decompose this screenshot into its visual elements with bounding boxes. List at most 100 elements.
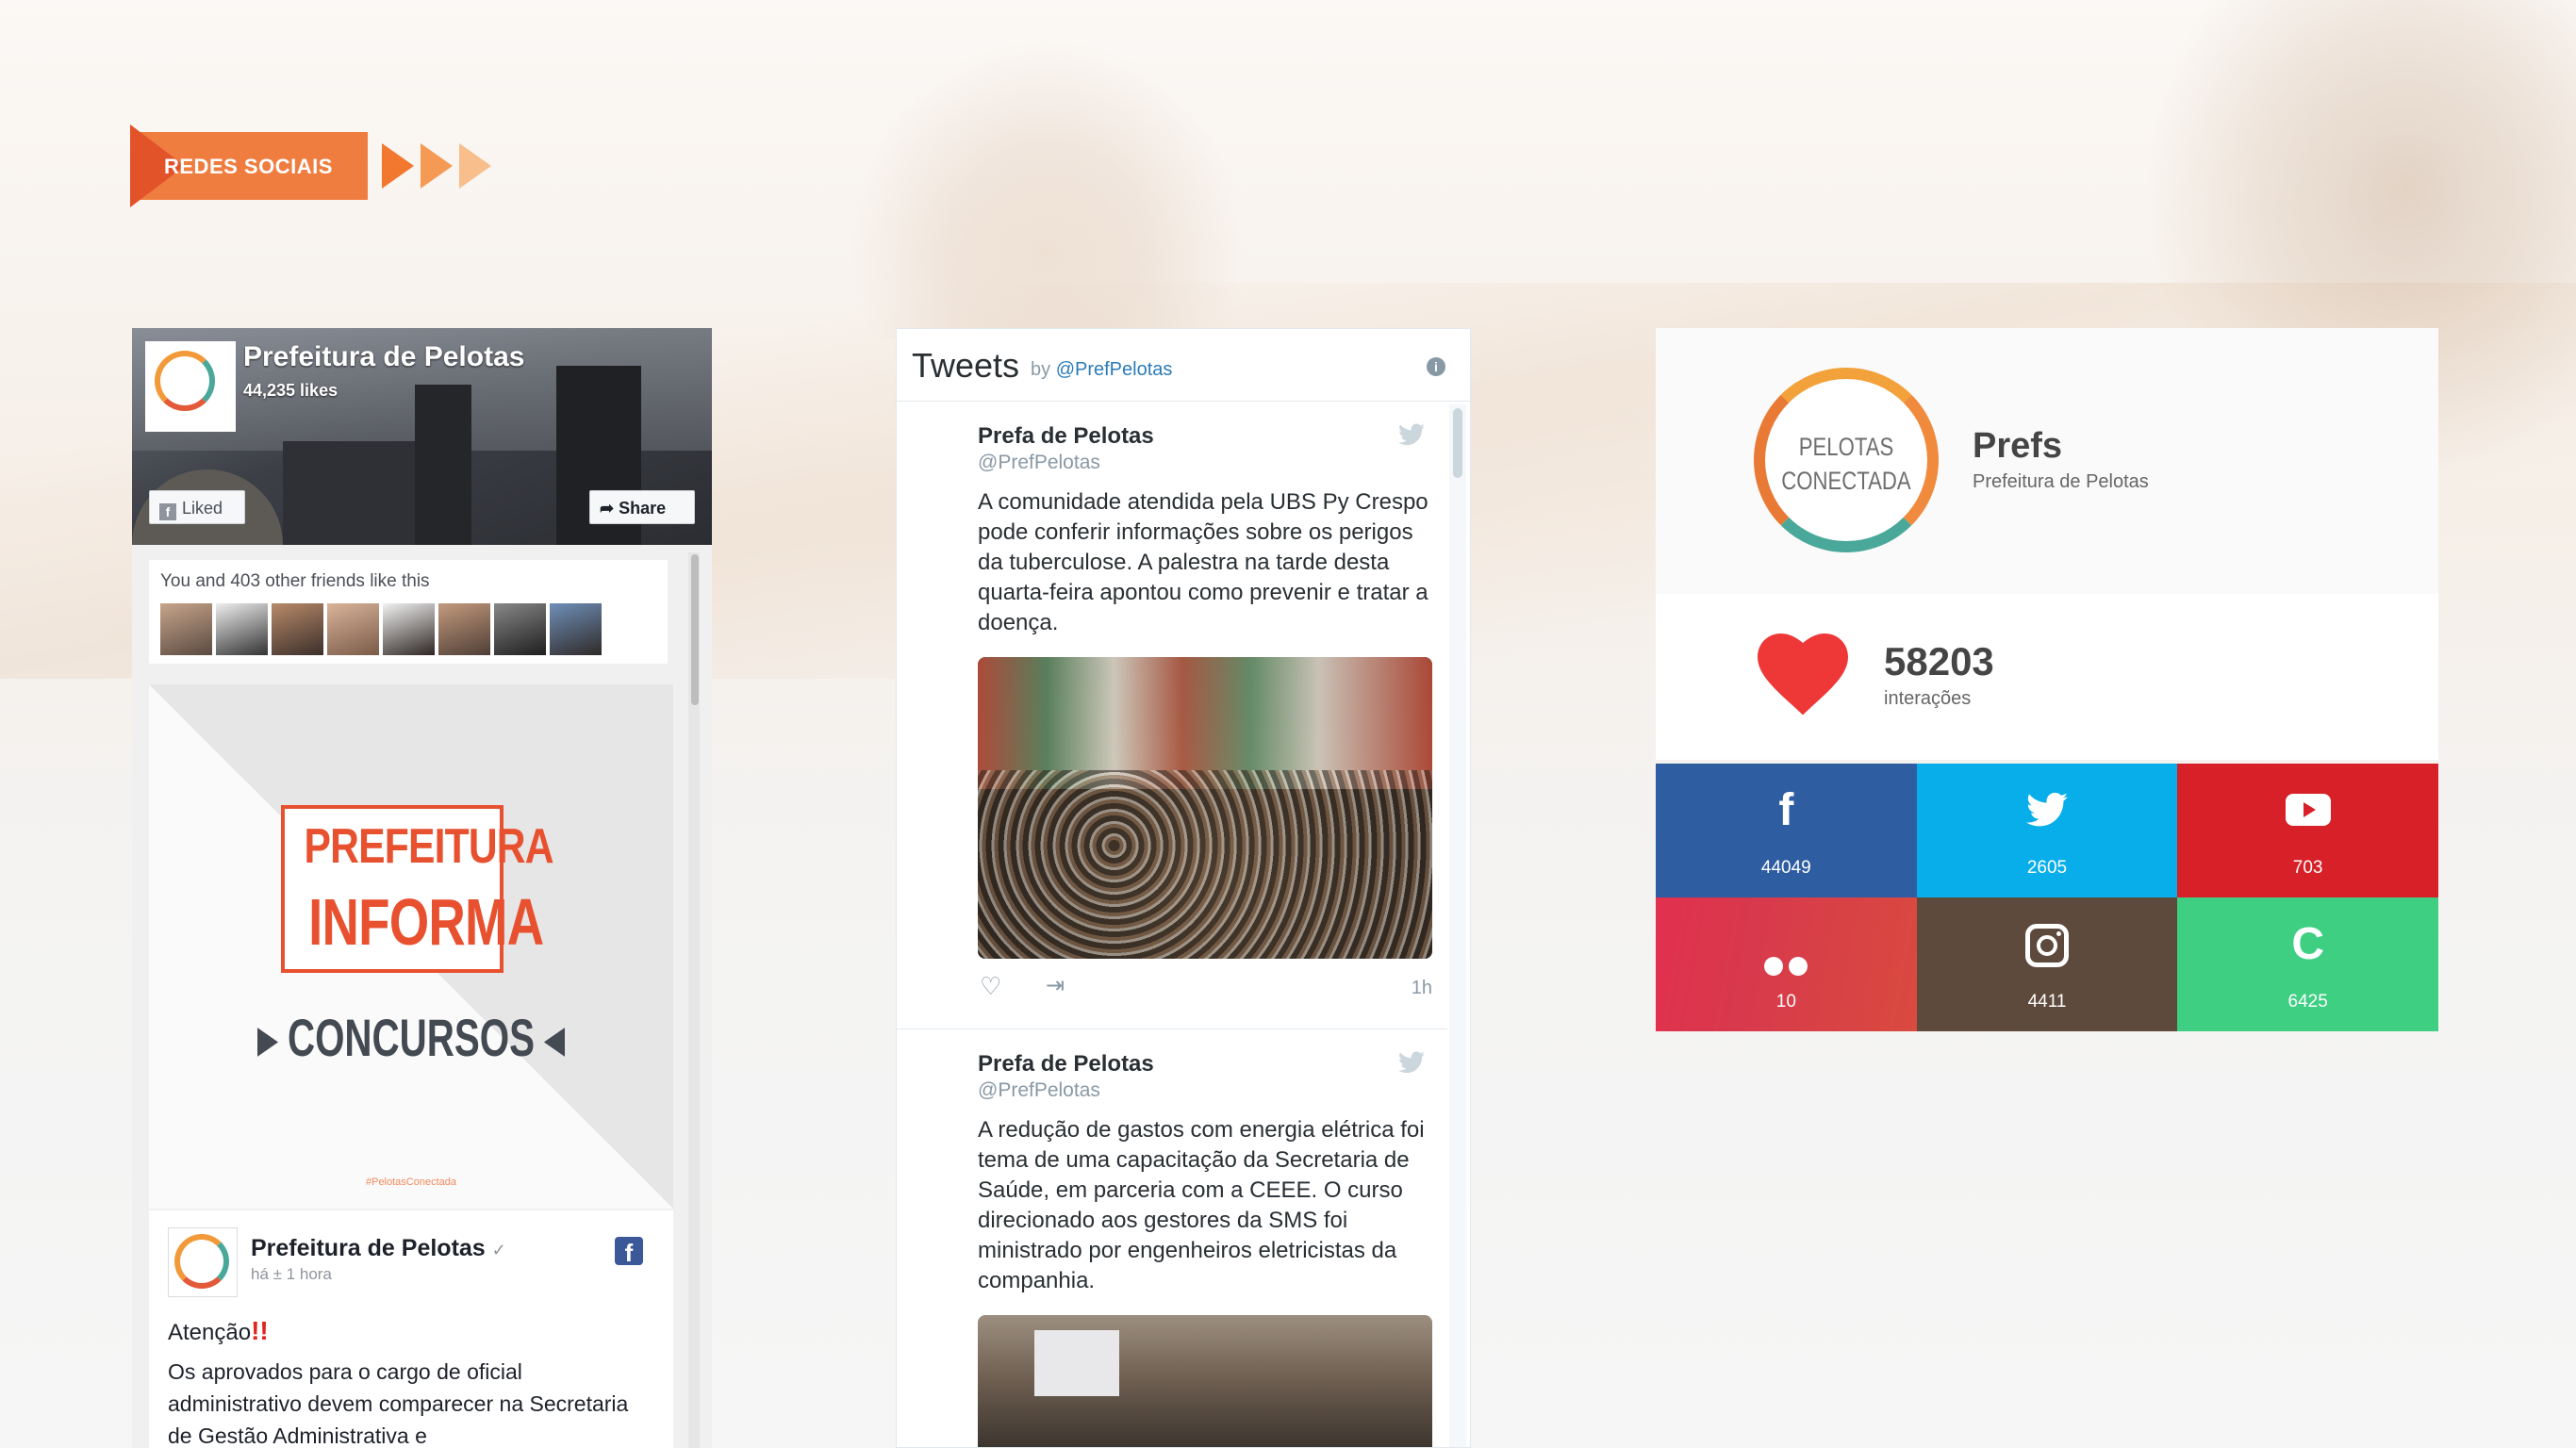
post-author-name[interactable]: Prefeitura de Pelotas ✓ bbox=[251, 1235, 506, 1262]
chevron-right-icon bbox=[421, 143, 453, 189]
twitter-icon bbox=[1917, 782, 2178, 842]
interactions-label: interações bbox=[1884, 688, 1972, 709]
friend-avatar[interactable] bbox=[216, 603, 268, 655]
share-label: Share bbox=[619, 499, 667, 518]
tweet[interactable]: Prefa de Pelotas @PrefPelotas A redução … bbox=[897, 1030, 1447, 1447]
tweet-timestamp[interactable]: 1h bbox=[1412, 978, 1432, 999]
network-stats-grid: f 44049 2605 703 10 4411 C 6425 bbox=[1656, 764, 2438, 1031]
friend-avatar[interactable] bbox=[327, 603, 379, 655]
like-heart-icon[interactable]: ♡ bbox=[980, 972, 1001, 1001]
logo-text: PELOTAS CONECTADA bbox=[1771, 430, 1923, 498]
timeline-title: Tweets bbox=[912, 346, 1020, 385]
twitter-scrollbar-thumb[interactable] bbox=[1453, 408, 1462, 478]
prefeitura-informa-box: PREFEITURA INFORMA bbox=[281, 805, 554, 973]
brand-name: Prefs bbox=[1973, 426, 2063, 466]
facebook-post-image[interactable]: PREFEITURA INFORMA ▸ CONCURSOS ◂ #Pelota… bbox=[149, 684, 673, 1209]
tweet-photo[interactable] bbox=[978, 657, 1432, 959]
timeline-by-label: by bbox=[1031, 359, 1051, 380]
photo-projection-screen bbox=[1034, 1330, 1119, 1396]
photo-wall bbox=[978, 657, 1432, 789]
tweet-text: A redução de gastos com energia elétrica… bbox=[978, 1117, 1425, 1293]
section-badge: REDES SOCIAIS bbox=[130, 124, 368, 207]
liked-button[interactable]: f Liked bbox=[149, 490, 245, 524]
friend-avatar[interactable] bbox=[272, 603, 323, 655]
tweet-photo[interactable] bbox=[978, 1315, 1432, 1447]
post-title: Atenção!! bbox=[168, 1316, 269, 1346]
chevron-right-icon bbox=[459, 143, 491, 189]
twitter-timeline-header: Tweets by @PrefPelotas i bbox=[897, 329, 1470, 402]
twitter-scrollbar[interactable] bbox=[1449, 404, 1466, 1447]
c-icon: C bbox=[2291, 919, 2324, 969]
flickr-count: 10 bbox=[1775, 992, 1796, 1012]
share-icon[interactable]: ⇥ bbox=[1046, 972, 1065, 999]
youtube-play-icon bbox=[2285, 794, 2331, 826]
facebook-count: 44049 bbox=[1760, 858, 1811, 878]
heart-icon bbox=[1758, 634, 1848, 716]
section-title: REDES SOCIAIS bbox=[164, 155, 333, 178]
liked-label: Liked bbox=[182, 499, 223, 518]
flickr-stat-tile[interactable]: 10 bbox=[1656, 897, 1917, 1031]
flickr-icon bbox=[1656, 916, 1917, 990]
share-button[interactable]: ➦ Share bbox=[589, 490, 695, 524]
facebook-icon: f bbox=[1778, 785, 1794, 835]
post-title-text: Atenção bbox=[168, 1320, 252, 1345]
friend-avatar[interactable] bbox=[160, 603, 212, 655]
tweet-author-handle[interactable]: @PrefPelotas bbox=[978, 1079, 1100, 1102]
twitter-bird-icon[interactable] bbox=[1398, 1051, 1425, 1074]
post-image-line2: INFORMA bbox=[308, 885, 544, 959]
instagram-camera-icon bbox=[2024, 924, 2069, 967]
facebook-scrollbar-thumb[interactable] bbox=[691, 554, 699, 705]
friend-avatar[interactable] bbox=[494, 603, 546, 655]
cover-building bbox=[283, 441, 415, 545]
friends-like-text: You and 403 other friends like this bbox=[160, 571, 430, 591]
logo-line2: CONECTADA bbox=[1781, 467, 1911, 495]
facebook-icon: f bbox=[159, 503, 176, 520]
photo-crowd bbox=[978, 770, 1432, 959]
chevron-right-icon bbox=[382, 143, 414, 189]
friend-avatar[interactable] bbox=[383, 603, 435, 655]
c-network-stat-tile[interactable]: C 6425 bbox=[2177, 897, 2438, 1031]
facebook-icon[interactable]: f bbox=[615, 1237, 643, 1267]
facebook-stat-tile[interactable]: f 44049 bbox=[1656, 764, 1917, 897]
instagram-stat-tile[interactable]: 4411 bbox=[1916, 897, 2178, 1031]
facebook-likes-count: 44,235 likes bbox=[243, 381, 339, 400]
twitter-count: 2605 bbox=[2026, 858, 2068, 878]
exclamation-icon: !! bbox=[251, 1316, 269, 1345]
tweet-author-name[interactable]: Prefa de Pelotas bbox=[978, 1051, 1154, 1078]
tweet-text: A comunidade atendida pela UBS Py Crespo… bbox=[978, 489, 1428, 635]
tweet-author-name[interactable]: Prefa de Pelotas bbox=[978, 423, 1154, 450]
youtube-icon bbox=[2177, 782, 2438, 840]
facebook-page-avatar[interactable] bbox=[145, 341, 236, 432]
instagram-icon bbox=[1917, 916, 2178, 981]
twitter-stat-tile[interactable]: 2605 bbox=[1916, 764, 2178, 897]
timeline-handle-link[interactable]: @PrefPelotas bbox=[1056, 359, 1173, 380]
post-timestamp[interactable]: há ± 1 hora bbox=[251, 1265, 332, 1284]
interactions-panel: 58203 interações bbox=[1656, 594, 2438, 760]
brand-panel: PELOTAS CONECTADA Prefs Prefeitura de Pe… bbox=[1656, 328, 2438, 594]
pelotas-conectada-logo bbox=[174, 1234, 229, 1289]
friend-avatar[interactable] bbox=[438, 603, 490, 655]
tweet-actions: ♡ ⇥ 1h bbox=[978, 972, 1432, 1000]
twitter-timeline-widget: Tweets by @PrefPelotas i Prefa de Pelota… bbox=[896, 328, 1471, 1448]
facebook-page-widget: Prefeitura de Pelotas 44,235 likes f Like… bbox=[132, 328, 712, 1448]
c-network-count: 6425 bbox=[2287, 992, 2328, 1012]
verified-icon: ✓ bbox=[491, 1241, 506, 1259]
pelotas-conectada-logo bbox=[155, 351, 215, 411]
tweet[interactable]: Prefa de Pelotas @PrefPelotas A comunida… bbox=[897, 403, 1447, 1029]
friend-avatar[interactable] bbox=[550, 603, 602, 655]
brand-subtitle: Prefeitura de Pelotas bbox=[1973, 471, 2149, 492]
post-author-avatar[interactable] bbox=[168, 1227, 238, 1297]
timeline-by: by @PrefPelotas bbox=[1031, 359, 1172, 381]
twitter-bird-icon[interactable] bbox=[1398, 423, 1425, 446]
instagram-count: 4411 bbox=[2027, 992, 2067, 1012]
flickr-dots-icon bbox=[1761, 933, 1810, 990]
info-icon[interactable]: i bbox=[1427, 357, 1445, 376]
facebook-page-name[interactable]: Prefeitura de Pelotas bbox=[243, 341, 524, 373]
background-dome-image bbox=[849, 38, 1245, 339]
post-body: Os aprovados para o cargo de oficial adm… bbox=[168, 1359, 629, 1448]
youtube-stat-tile[interactable]: 703 bbox=[2177, 764, 2438, 897]
tweet-author-handle[interactable]: @PrefPelotas bbox=[978, 452, 1100, 474]
facebook-post: Prefeitura de Pelotas ✓ há ± 1 hora f At… bbox=[149, 1210, 673, 1448]
logo-line1: PELOTAS bbox=[1798, 433, 1894, 461]
share-arrow-icon: ➦ bbox=[600, 499, 619, 518]
